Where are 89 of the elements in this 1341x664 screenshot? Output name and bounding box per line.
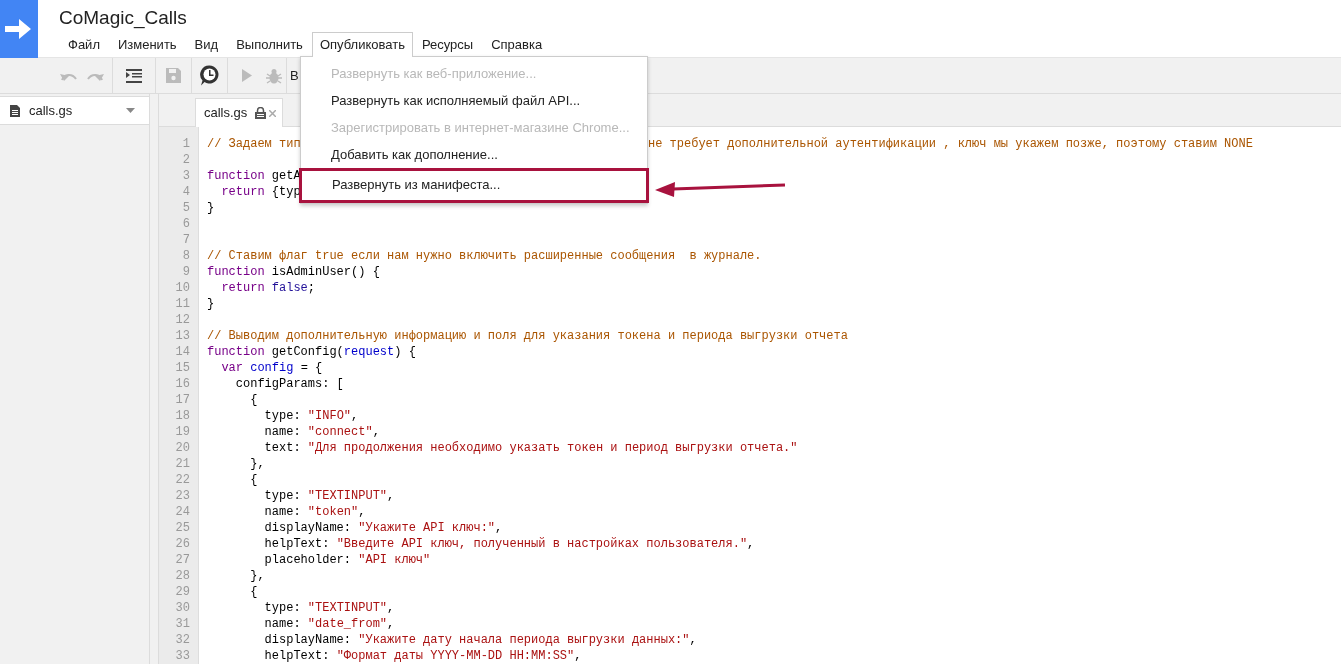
code-line: } [207,296,215,312]
line-number: 28 [174,568,191,584]
code-line: type: "INFO", [263,408,359,424]
code-line: }, [249,568,265,584]
close-icon[interactable] [269,109,277,117]
line-number: 1 [181,136,191,152]
project-title[interactable]: CoMagic_Calls [59,7,552,29]
function-select[interactable]: В [290,65,299,86]
line-number: 22 [174,472,191,488]
app-logo[interactable] [0,0,38,58]
code-line: { [249,392,258,408]
save-icon[interactable] [166,68,181,83]
file-name: calls.gs [29,101,74,120]
code-line: function getConfig(request) { [207,344,416,360]
menu-item[interactable]: Опубликовать [311,32,413,57]
code-line: name: "date_from", [263,616,395,632]
code-line: // Задаем тип [207,136,301,152]
line-number: 31 [174,616,191,632]
code-line: text: "Для продолжения необходимо указать токен и период выгрузки отчета." [263,440,798,456]
menu-item[interactable]: Изменить [108,32,186,57]
run-icon[interactable] [242,69,252,82]
line-number: 4 [181,184,191,200]
tab-label: calls.gs [204,104,248,123]
line-number: 13 [174,328,191,344]
code-line: }, [249,456,265,472]
line-number: 20 [174,440,191,456]
line-number: 10 [174,280,191,296]
line-number: 14 [174,344,191,360]
menu-option[interactable]: Развернуть из манифеста... [299,168,649,203]
code-line: // Выводим дополнительную информацию и поля для указания токена и периода выгрузки отчета [207,328,848,344]
document-icon [10,104,20,117]
menu-item[interactable]: Вид [185,32,228,57]
line-number: 8 [181,248,191,264]
clock-icon[interactable] [200,65,219,86]
menu-item[interactable]: Файл [59,32,109,57]
line-number: 26 [174,536,191,552]
line-number: 9 [181,264,191,280]
menu-item[interactable]: Справка [482,32,552,57]
code-line: } [207,200,215,216]
file-tab[interactable]: calls.gs [195,98,284,127]
code-line: не требует дополнительной аутентификации , ключ мы укажем позже, поэтому ставим NONE [648,136,1253,152]
code-line: name: "connect", [263,424,380,440]
line-number: 16 [174,376,191,392]
menu-item[interactable]: Ресурсы [412,32,483,57]
line-number: 32 [174,632,191,648]
arrow-icon [5,18,33,40]
line-number: 24 [174,504,191,520]
line-number: 12 [174,312,191,328]
menu-option[interactable]: Добавить как дополнение... [301,141,647,168]
panel-splitter[interactable] [150,94,158,664]
line-number: 25 [174,520,191,536]
code-line: { [249,472,258,488]
line-number: 6 [181,216,191,232]
line-number: 7 [181,232,191,248]
line-number: 23 [174,488,191,504]
indent-icon[interactable] [126,68,142,83]
code-line: placeholder: "API ключ" [263,552,431,568]
code-line: displayName: "Укажите API ключ:", [263,520,503,536]
code-line: helpText: "Введите API ключ, полученный в настройках пользователя.", [263,536,755,552]
line-number: 11 [174,296,191,312]
bug-icon[interactable] [266,67,282,84]
line-number: 15 [174,360,191,376]
code-line: type: "TEXTINPUT", [263,600,395,616]
line-number: 17 [174,392,191,408]
code-line: var config = { [220,360,323,376]
code-line: return false; [220,280,316,296]
line-number: 5 [181,200,191,216]
line-number: 3 [181,168,191,184]
code-line: { [249,584,258,600]
line-number: 33 [174,648,191,664]
code-line: helpText: "Формат даты YYYY-MM-DD HH:MM:SS", [263,648,582,664]
line-number: 2 [181,152,191,168]
file-item[interactable]: calls.gs [0,96,149,125]
code-line: type: "TEXTINPUT", [263,488,395,504]
line-number: 19 [174,424,191,440]
line-number: 18 [174,408,191,424]
code-line: // Ставим флаг true если нам нужно включить расширенные сообщения в журнале. [207,248,762,264]
lock-icon [255,107,267,119]
line-number: 30 [174,600,191,616]
line-number: 21 [174,456,191,472]
code-line: function isAdminUser() { [207,264,380,280]
caret-icon[interactable] [126,108,135,113]
menu-option[interactable]: Развернуть как исполняемый файл API... [301,87,647,114]
code-line: displayName: "Укажите дату начала периода выгрузки данных:", [263,632,697,648]
code-line: name: "token", [263,504,366,520]
line-number: 29 [174,584,191,600]
code-line: configParams: [ [234,376,344,392]
line-number: 27 [174,552,191,568]
menu-item[interactable]: Выполнить [227,32,312,57]
